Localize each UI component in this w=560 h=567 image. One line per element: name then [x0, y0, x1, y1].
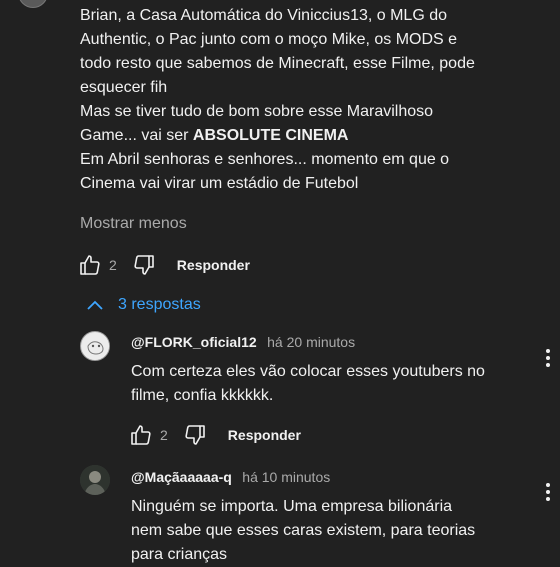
comment-actions: 2 Responder [77, 252, 250, 278]
comment-body: Brian, a Casa Automática do Viniccius13,… [80, 4, 520, 196]
thumbs-up-icon [131, 425, 151, 445]
reply-body: Ninguém se importa. Uma empresa bilionár… [131, 495, 531, 567]
reply-button[interactable]: Responder [228, 427, 301, 443]
reply-button[interactable]: Responder [177, 257, 250, 273]
dislike-button[interactable] [131, 252, 157, 278]
reply-header: @Maçãaaaaa-q há 10 minutos [131, 469, 330, 487]
dot [546, 349, 550, 353]
more-options-button[interactable] [545, 483, 551, 501]
reply-line: nem sabe que esses caras existem, para t… [131, 522, 476, 539]
commenter-avatar[interactable] [18, 0, 48, 8]
replies-count-label: 3 respostas [118, 296, 201, 313]
dot [546, 483, 550, 487]
reply-avatar[interactable] [80, 465, 110, 495]
reply-line: para crianças [131, 546, 228, 563]
comment-line: Game... vai ser ABSOLUTE CINEMA [80, 124, 520, 148]
reply-line: Ninguém se importa. Uma empresa bilionár… [131, 498, 453, 515]
dot [546, 490, 550, 494]
comment-line: Mas se tiver tudo de bom sobre esse Mara… [80, 103, 434, 120]
reply-timestamp[interactable]: há 10 minutos [242, 469, 330, 485]
dislike-button[interactable] [182, 422, 208, 448]
show-less-button[interactable]: Mostrar menos [80, 215, 187, 233]
avatar-photo-image [80, 465, 110, 495]
reply-line: filme, confia kkkkkk. [131, 387, 274, 404]
dot [546, 363, 550, 367]
reply-author[interactable]: @Maçãaaaaa-q [131, 469, 232, 485]
chevron-up-icon [87, 300, 103, 310]
avatar-sketch-image [82, 333, 109, 360]
reply-body: Com certeza eles vão colocar esses youtu… [131, 360, 531, 408]
thumbs-down-icon [134, 255, 154, 275]
reply-avatar[interactable] [80, 331, 110, 361]
comment-line: Authentic, o Pac junto com o moço Mike, … [80, 31, 458, 48]
reply-header: @FLORK_oficial12 há 20 minutos [131, 334, 355, 352]
reply-timestamp[interactable]: há 20 minutos [267, 334, 355, 350]
thumbs-up-icon [80, 255, 100, 275]
comment-line-part: Game... vai ser [80, 127, 193, 144]
more-options-button[interactable] [545, 349, 551, 367]
dot [546, 356, 550, 360]
like-count: 2 [160, 427, 168, 443]
like-button[interactable] [128, 422, 154, 448]
like-button[interactable] [77, 252, 103, 278]
comment-line: Brian, a Casa Automática do Viniccius13,… [80, 7, 448, 24]
comment-line: todo resto que sabemos de Minecraft, ess… [80, 55, 475, 72]
reply-author[interactable]: @FLORK_oficial12 [131, 334, 257, 350]
reply-actions: 2 Responder [128, 422, 301, 448]
comment-line: Cinema vai virar um estádio de Futebol [80, 175, 359, 192]
dot [546, 497, 550, 501]
comment-line: esquecer fih [80, 79, 168, 96]
replies-toggle[interactable]: 3 respostas [86, 296, 201, 314]
thumbs-down-icon [185, 425, 205, 445]
comment-line: Em Abril senhoras e senhores... momento … [80, 151, 450, 168]
reply-line: Com certeza eles vão colocar esses youtu… [131, 363, 485, 380]
like-count: 2 [109, 257, 117, 273]
comment-bold-text: ABSOLUTE CINEMA [192, 127, 349, 144]
